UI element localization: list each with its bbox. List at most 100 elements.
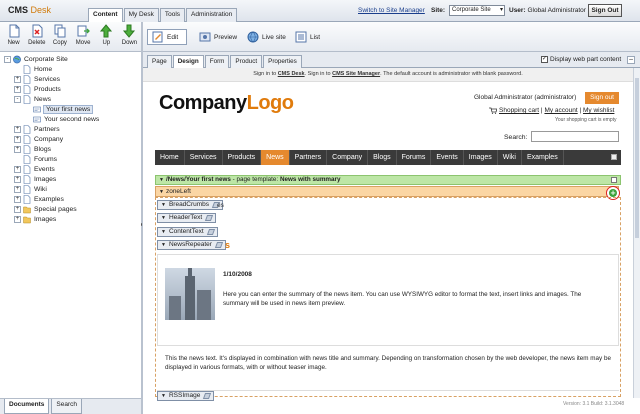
triangle-down-icon: ▼ [161,393,166,399]
expand-node-icon[interactable]: + [14,205,21,213]
tab-administration[interactable]: Administration [186,8,238,22]
webpart-newsrepeater[interactable]: ▼ NewsRepeater [157,240,226,250]
switch-to-site-manager-link[interactable]: Switch to Site Manager [358,7,425,14]
down-button[interactable]: Down [118,22,141,52]
up-button[interactable]: Up [95,22,118,52]
page-template-bar[interactable]: ▼/News/Your first news - page template: … [155,175,621,185]
expand-node-icon[interactable]: + [14,215,21,223]
edit-button[interactable]: Edit [147,29,187,45]
live-site-button[interactable]: Live site [247,29,286,45]
nav-edit-icon[interactable] [611,154,617,160]
tree-node-label: News [34,95,51,103]
main-tabs: Content My Desk Tools Administration [88,8,238,23]
tree-node[interactable]: + Events [0,164,141,174]
tab-form[interactable]: Form [204,55,230,68]
tab-properties[interactable]: Properties [263,55,302,68]
expand-node-icon[interactable]: + [14,145,21,153]
preview-button[interactable]: Preview [199,29,237,45]
tree-node[interactable]: + Wiki [0,184,141,194]
edit-pencil-icon[interactable] [203,393,212,399]
shopping-cart-link[interactable]: Shopping cart [499,107,539,114]
list-button[interactable]: List [295,29,320,45]
tab-design[interactable]: Design [172,55,204,68]
tab-content[interactable]: Content [88,8,123,23]
tree-node[interactable]: + Images [0,174,141,184]
web-part-zone-header[interactable]: ▼ zoneLeft [155,186,619,197]
tree-node[interactable]: + Images [0,214,141,224]
collapse-node-icon[interactable]: - [14,95,21,103]
nav-item-examples[interactable]: Examples [522,150,564,165]
expand-node-icon[interactable]: + [14,85,21,93]
tab-tools[interactable]: Tools [159,8,186,22]
nav-item-products[interactable]: Products [223,150,262,165]
move-button[interactable]: Move [72,22,95,52]
nav-item-wiki[interactable]: Wiki [498,150,522,165]
new-button[interactable]: New [2,22,25,52]
tab-page[interactable]: Page [147,55,172,68]
tree-node[interactable]: + Special pages [0,204,141,214]
template-properties-icon[interactable] [611,177,617,183]
edit-pencil-icon[interactable] [205,215,214,221]
expand-node-icon[interactable]: + [14,165,21,173]
expand-node-icon[interactable]: + [14,195,21,203]
webpart-breadcrumbs[interactable]: ▼ BreadCrumbs [157,200,224,210]
tree-node[interactable]: + Partners [0,124,141,134]
delete-button[interactable]: Delete [25,22,48,52]
webpart-headertext[interactable]: ▼ HeaderText [157,213,217,223]
edit-pencil-icon[interactable] [214,242,224,248]
tab-my-desk[interactable]: My Desk [123,8,159,22]
tree-node[interactable]: - Corporate Site [0,54,141,64]
scrollbar-thumb[interactable] [635,78,639,238]
tree-node[interactable]: Your first news [0,104,141,114]
tab-documents[interactable]: Documents [4,399,50,414]
checkbox-checked-icon[interactable]: ✓ [541,56,548,63]
cms-desk-link[interactable]: CMS Desk [278,71,305,77]
edit-pencil-icon[interactable] [206,229,215,235]
nav-item-events[interactable]: Events [431,150,464,165]
sign-out-button[interactable]: Sign Out [588,4,622,17]
my-wishlist-link[interactable]: My wishlist [583,107,614,114]
tree-node[interactable]: - News [0,94,141,104]
tree-node-label: Corporate Site [24,55,68,63]
tab-search[interactable]: Search [51,399,83,414]
site-manager-link[interactable]: CMS Site Manager [332,71,380,77]
tree-node[interactable]: + Blogs [0,144,141,154]
page-icon [23,154,31,164]
site-sign-out-button[interactable]: Sign out [585,92,619,104]
signbar-text-1: Sign in to [253,71,278,77]
copy-button[interactable]: Copy [48,22,71,52]
content-scrollbar[interactable] [633,68,640,398]
tree-node-label: Your first news [42,104,94,114]
nav-item-company[interactable]: Company [327,150,369,165]
site-search-input[interactable] [531,131,619,142]
company-logo[interactable]: CompanyLogo [159,92,294,115]
nav-item-news[interactable]: News [261,150,290,165]
tab-product[interactable]: Product [230,55,263,68]
nav-item-forums[interactable]: Forums [397,150,432,165]
webpart-rssimage[interactable]: ▼ RSSImage [157,391,215,401]
expand-node-icon[interactable]: + [14,125,21,133]
nav-item-services[interactable]: Services [185,150,223,165]
nav-item-blogs[interactable]: Blogs [368,150,397,165]
nav-item-images[interactable]: Images [464,150,498,165]
expand-node-icon[interactable]: + [14,75,21,83]
webpart-contenttext[interactable]: ▼ ContentText [157,227,218,237]
expand-node-icon[interactable]: + [14,135,21,143]
site-select[interactable]: Corporate Site ▾ [449,5,505,16]
tree-node[interactable]: + Examples [0,194,141,204]
tree-node[interactable]: Home [0,64,141,74]
tree-node[interactable]: + Company [0,134,141,144]
tree-node[interactable]: Your second news [0,114,141,124]
nav-item-partners[interactable]: Partners [290,150,328,165]
my-account-link[interactable]: My account [544,107,577,114]
display-webpart-content-toggle[interactable]: ✓ Display web part content [541,56,621,63]
tree-node[interactable]: + Services [0,74,141,84]
nav-item-home[interactable]: Home [155,150,185,165]
tree-node[interactable]: Forums [0,154,141,164]
tree-node-label: Wiki [34,185,47,193]
collapse-icon[interactable]: − [627,56,635,64]
tree-node[interactable]: + Products [0,84,141,94]
expand-node-icon[interactable]: + [14,185,21,193]
expand-node-icon[interactable]: + [14,175,21,183]
collapse-node-icon[interactable]: - [4,55,11,63]
